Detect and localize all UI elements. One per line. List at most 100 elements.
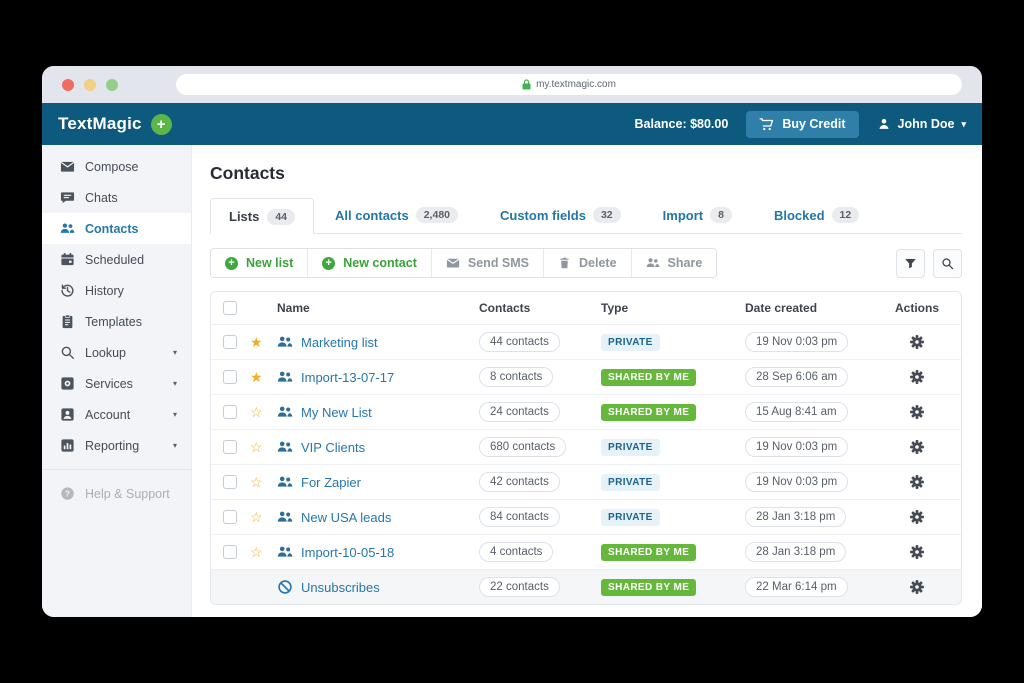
select-all-checkbox[interactable]	[223, 301, 237, 315]
favorite-star-icon[interactable]: ☆	[247, 475, 273, 489]
tab-import[interactable]: Import 8	[663, 207, 732, 223]
search-button[interactable]	[933, 248, 962, 278]
filter-icon	[905, 258, 916, 268]
list-name-link[interactable]: Marketing list	[301, 335, 378, 350]
favorite-star-icon[interactable]: ★	[247, 335, 273, 349]
list-name-link[interactable]: My New List	[301, 405, 372, 420]
gear-icon	[910, 440, 924, 454]
sidebar-item-label: Compose	[85, 159, 139, 174]
sidebar-item-lookup[interactable]: Lookup ▾	[42, 337, 191, 368]
sidebar-item-label: Help & Support	[85, 486, 170, 501]
lists-table: Name Contacts Type Date created Actions …	[210, 291, 962, 605]
sidebar-item-scheduled[interactable]: Scheduled	[42, 244, 191, 275]
tab-all-contacts[interactable]: All contacts 2,480	[335, 207, 458, 223]
contacts-icon	[60, 223, 75, 233]
list-name-link[interactable]: Import-10-05-18	[301, 545, 394, 560]
list-people-icon	[277, 406, 293, 417]
address-bar[interactable]: my.textmagic.com	[176, 74, 962, 95]
sidebar-item-history[interactable]: History	[42, 275, 191, 306]
table-row: ☆ For Zapier 42 contacts PRIVATE 19 Nov …	[211, 464, 961, 499]
column-header-date-created: Date created	[745, 301, 818, 315]
sidebar-item-label: Templates	[85, 314, 142, 329]
sidebar-item-label: Chats	[85, 190, 118, 205]
row-actions-button[interactable]	[895, 439, 961, 455]
delete-label: Delete	[579, 256, 617, 270]
sidebar-item-services[interactable]: Services ▾	[42, 368, 191, 399]
buy-credit-button[interactable]: Buy Credit	[746, 110, 859, 138]
date-created-pill: 15 Aug 8:41 am	[745, 402, 848, 422]
new-list-button[interactable]: + New list	[211, 249, 308, 277]
list-name-link[interactable]: For Zapier	[301, 475, 361, 490]
row-checkbox[interactable]	[223, 545, 237, 559]
table-row-unsubscribes: Unsubscribes 22 contacts SHARED BY ME 22…	[211, 569, 961, 604]
row-checkbox[interactable]	[223, 405, 237, 419]
app-header: TextMagic + Balance: $80.00 Buy Credit J…	[42, 103, 982, 145]
row-actions-button[interactable]	[895, 404, 961, 420]
trash-icon	[560, 257, 569, 269]
send-sms-button[interactable]: Send SMS	[430, 249, 544, 277]
tab-count-badge: 8	[710, 207, 732, 223]
close-window-button[interactable]	[62, 78, 74, 91]
sidebar-item-templates[interactable]: Templates	[42, 306, 191, 337]
tab-blocked[interactable]: Blocked 12	[774, 207, 860, 223]
favorite-star-icon[interactable]: ★	[247, 370, 273, 384]
row-actions-button[interactable]	[895, 334, 961, 350]
list-name-link[interactable]: New USA leads	[301, 510, 391, 525]
logo-plus-button[interactable]: +	[150, 113, 172, 135]
row-checkbox[interactable]	[223, 510, 237, 524]
buy-credit-label: Buy Credit	[782, 117, 846, 131]
row-checkbox[interactable]	[223, 475, 237, 489]
sidebar-item-label: Contacts	[85, 221, 139, 236]
lock-icon	[522, 79, 531, 90]
sidebar-item-contacts[interactable]: Contacts	[42, 213, 191, 244]
share-button[interactable]: Share	[630, 249, 717, 277]
tab-lists[interactable]: Lists 44	[210, 198, 315, 234]
row-actions-button[interactable]	[895, 579, 961, 595]
tab-custom-fields[interactable]: Custom fields 32	[500, 207, 621, 223]
chevron-down-icon: ▾	[172, 409, 177, 419]
toolbar: + New list + New contact Send SMS Delete…	[210, 248, 962, 278]
row-checkbox[interactable]	[223, 440, 237, 454]
row-checkbox[interactable]	[223, 370, 237, 384]
user-menu[interactable]: John Doe ▾	[877, 117, 966, 131]
envelope-icon	[446, 258, 460, 268]
tab-count-badge: 32	[592, 207, 621, 223]
user-icon	[878, 119, 889, 129]
sidebar-item-label: Lookup	[85, 345, 127, 360]
column-header-contacts: Contacts	[479, 301, 531, 315]
type-badge: SHARED BY ME	[601, 578, 697, 596]
row-checkbox[interactable]	[223, 335, 237, 349]
row-actions-button[interactable]	[895, 509, 961, 525]
list-name-link[interactable]: Import-13-07-17	[301, 370, 394, 385]
minimize-window-button[interactable]	[84, 78, 96, 91]
sidebar-item-reporting[interactable]: Reporting ▾	[42, 430, 191, 461]
maximize-window-button[interactable]	[106, 78, 118, 91]
list-name-link[interactable]: VIP Clients	[301, 440, 365, 455]
sidebar-item-account[interactable]: Account ▾	[42, 399, 191, 430]
delete-button[interactable]: Delete	[543, 249, 631, 277]
row-actions-button[interactable]	[895, 369, 961, 385]
favorite-star-icon[interactable]: ☆	[247, 510, 273, 524]
sidebar-item-help-support[interactable]: ? Help & Support	[42, 478, 191, 509]
sidebar-item-label: Scheduled	[85, 252, 145, 267]
list-name-link[interactable]: Unsubscribes	[301, 580, 380, 595]
plus-icon: +	[225, 256, 238, 270]
row-actions-button[interactable]	[895, 544, 961, 560]
new-contact-button[interactable]: + New contact	[307, 249, 431, 277]
table-row: ★ Import-13-07-17 8 contacts SHARED BY M…	[211, 359, 961, 394]
filter-button[interactable]	[896, 248, 925, 278]
sidebar-item-chats[interactable]: Chats	[42, 182, 191, 213]
textmagic-logo: TextMagic	[58, 114, 142, 133]
type-badge: SHARED BY ME	[601, 403, 697, 421]
tab-label: All contacts	[335, 207, 409, 223]
favorite-star-icon[interactable]: ☆	[247, 440, 273, 454]
list-people-icon	[277, 511, 293, 522]
sidebar-item-compose[interactable]: Compose	[42, 151, 191, 182]
contacts-count-pill: 42 contacts	[479, 472, 560, 492]
main-content: Contacts Lists 44 All contacts 2,480 Cus…	[192, 145, 982, 617]
services-icon	[61, 377, 74, 390]
row-actions-button[interactable]	[895, 474, 961, 490]
plus-icon: +	[322, 256, 336, 270]
favorite-star-icon[interactable]: ☆	[247, 405, 273, 419]
favorite-star-icon[interactable]: ☆	[247, 545, 273, 559]
